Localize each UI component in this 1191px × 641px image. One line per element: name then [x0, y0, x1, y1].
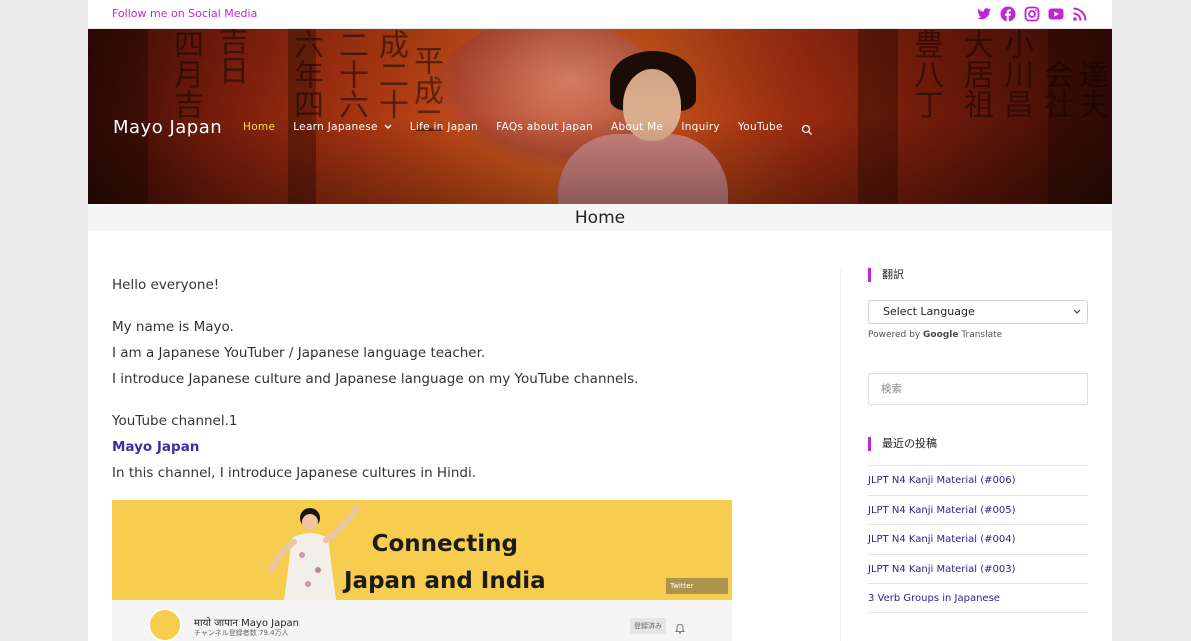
nav-item-life-in-japan[interactable]: Life in Japan [410, 121, 478, 133]
chevron-down-icon [384, 123, 392, 133]
sidebar: 翻訳 Select Language Powered by Google Tra… [868, 268, 1088, 613]
banner-subscribe-button: 登録済み [630, 618, 666, 634]
nav-item-home[interactable]: Home [243, 121, 275, 133]
powered-by-google: Powered by Google Translate [868, 330, 1088, 340]
banner-headline-line: Japan and India [344, 568, 546, 594]
twitter-icon[interactable] [976, 6, 992, 22]
page-title: Home [574, 208, 626, 228]
hero-overlay [88, 29, 1112, 204]
recent-post-link[interactable]: 3 Verb Groups in Japanese [868, 583, 1088, 613]
intro-text: I introduce Japanese culture and Japanes… [112, 371, 639, 387]
banner-subscriber-count: チャンネル登録者数 79.4万人 [194, 629, 289, 637]
site-logo[interactable]: Mayo Japan [113, 117, 222, 138]
main-content: Hello everyone! My name is Mayo. I am a … [112, 272, 812, 486]
search-icon[interactable] [801, 121, 813, 136]
google-logo-text: Google [923, 330, 959, 340]
recent-post-link[interactable]: JLPT N4 Kanji Material (#004) [868, 524, 1088, 554]
nav-item-faqs[interactable]: FAQs about Japan [496, 121, 593, 133]
recent-posts-list: JLPT N4 Kanji Material (#006) JLPT N4 Ka… [868, 465, 1088, 613]
translate-label[interactable]: Translate [961, 330, 1002, 340]
recent-post-link[interactable]: JLPT N4 Kanji Material (#006) [868, 465, 1088, 495]
channel-description: In this channel, I introduce Japanese cu… [112, 465, 477, 481]
social-icons [976, 6, 1088, 22]
twitter-label: Twitter [670, 582, 694, 590]
nav-item-label: Learn Japanese [293, 121, 378, 133]
channel-link[interactable]: Mayo Japan [112, 439, 199, 455]
banner-channel-name: मायो जापान Mayo Japan [194, 618, 300, 629]
recent-post-link[interactable]: JLPT N4 Kanji Material (#003) [868, 553, 1088, 584]
follow-text: Follow me on Social Media [112, 7, 258, 20]
translate-widget-title: 翻訳 [868, 268, 1088, 282]
instagram-icon[interactable] [1024, 6, 1040, 22]
language-select-value: Select Language [883, 305, 975, 318]
nav-item-learn-japanese[interactable]: Learn Japanese [293, 121, 392, 133]
powered-by-label: Powered by [868, 330, 921, 340]
nav-item-youtube[interactable]: YouTube [738, 121, 783, 133]
bell-icon [674, 620, 686, 634]
channel-banner-image[interactable]: Connecting Japan and India Twitter मायो … [112, 500, 732, 641]
rss-icon[interactable] [1072, 6, 1088, 22]
column-divider [840, 268, 841, 641]
page-container: Follow me on Social Media 四月吉 吉日 [88, 0, 1112, 641]
nav-item-inquiry[interactable]: Inquiry [681, 121, 720, 133]
avatar [148, 608, 182, 641]
banner-social-strip: Twitter [666, 578, 728, 594]
facebook-icon[interactable] [1000, 6, 1016, 22]
nav-item-about-me[interactable]: About Me [611, 121, 663, 133]
intro-text: My name is Mayo. [112, 319, 234, 335]
language-select[interactable]: Select Language [868, 300, 1088, 324]
header-hero: 四月吉 吉日 六年四 二十六 成二十 平成二 豊八丁 大居祖 小川昌 会社 達夫 [88, 29, 1112, 204]
youtube-icon[interactable] [1048, 6, 1064, 22]
search-input[interactable]: 検索 [868, 373, 1088, 405]
page-title-bar: Home [88, 204, 1112, 231]
greeting-text: Hello everyone! [112, 277, 220, 293]
main-nav: Home Learn Japanese Life in Japan FAQs a… [243, 121, 813, 136]
channel-label: YouTube channel.1 [112, 413, 238, 429]
banner-headline: Connecting Japan and India [344, 526, 546, 600]
recent-post-link[interactable]: JLPT N4 Kanji Material (#005) [868, 494, 1088, 525]
banner-headline-line: Connecting [371, 531, 518, 557]
top-bar: Follow me on Social Media [88, 0, 1112, 29]
chevron-down-icon [1073, 301, 1081, 332]
intro-text: I am a Japanese YouTuber / Japanese lang… [112, 345, 486, 361]
recent-posts-title: 最近の投稿 [868, 437, 1088, 451]
